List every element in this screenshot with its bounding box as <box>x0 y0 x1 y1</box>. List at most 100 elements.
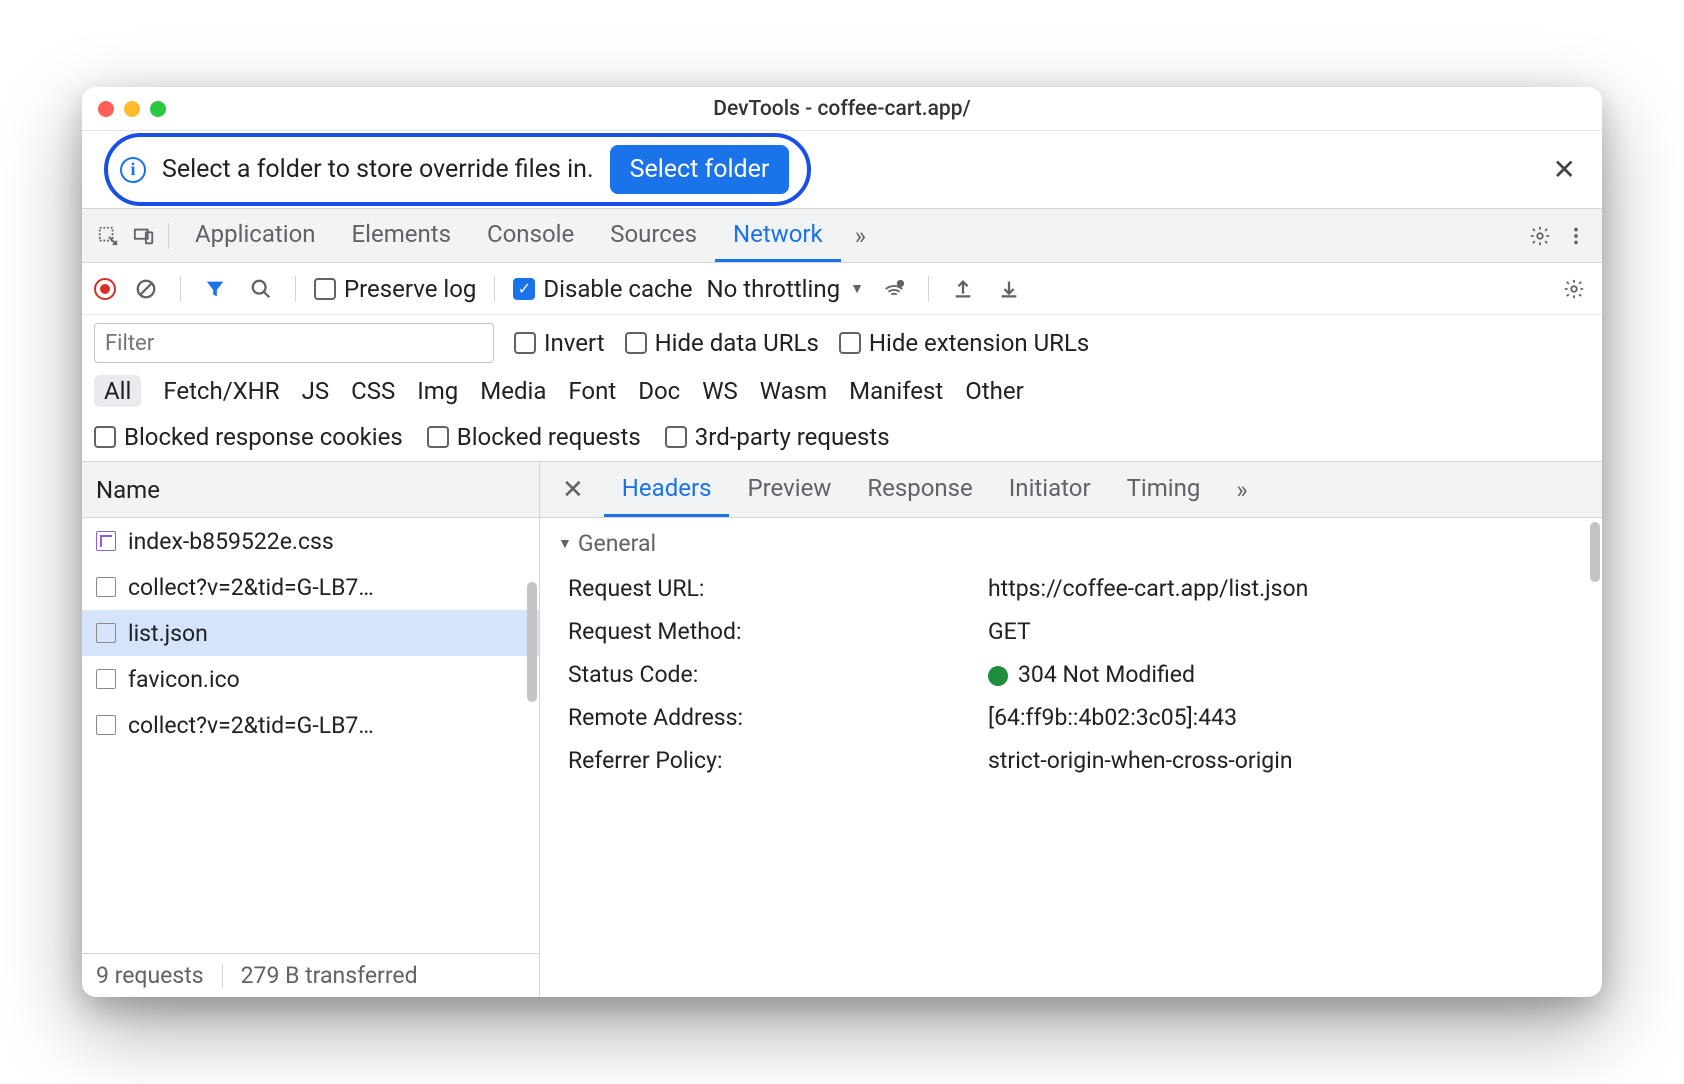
general-kv-row: Remote Address:[64:ff9b::4b02:3c05]:443 <box>558 696 1584 739</box>
doc-file-icon <box>96 715 116 735</box>
scrollbar[interactable] <box>1590 522 1600 582</box>
detail-tab-timing[interactable]: Timing <box>1109 462 1219 517</box>
restype-js[interactable]: JS <box>302 377 330 405</box>
restype-manifest[interactable]: Manifest <box>849 377 943 405</box>
request-list-pane: Name index-b859522e.csscollect?v=2&tid=G… <box>82 462 540 997</box>
preserve-log-checkbox[interactable]: Preserve log <box>314 275 476 303</box>
detail-tabs: ✕ HeadersPreviewResponseInitiatorTiming … <box>540 462 1602 518</box>
request-name: list.json <box>128 620 208 647</box>
general-toggle[interactable]: ▼ General <box>558 530 1584 557</box>
hide-extension-urls-checkbox[interactable]: Hide extension URLs <box>839 329 1089 357</box>
general-kv-row: Request URL:https://coffee-cart.app/list… <box>558 567 1584 610</box>
request-list: index-b859522e.csscollect?v=2&tid=G-LB7…… <box>82 518 539 953</box>
name-column-header[interactable]: Name <box>82 462 539 518</box>
request-row[interactable]: list.json <box>82 610 539 656</box>
request-row[interactable]: index-b859522e.css <box>82 518 539 564</box>
export-har-icon[interactable] <box>947 273 979 305</box>
close-window-button[interactable] <box>98 101 114 117</box>
tab-sources[interactable]: Sources <box>592 209 715 262</box>
hide-data-urls-checkbox[interactable]: Hide data URLs <box>625 329 819 357</box>
request-name: favicon.ico <box>128 666 240 693</box>
restype-other[interactable]: Other <box>965 377 1023 405</box>
blocked-requests-checkbox[interactable]: Blocked requests <box>427 423 641 451</box>
kv-value: strict-origin-when-cross-origin <box>988 747 1293 774</box>
more-detail-tabs[interactable]: » <box>1226 476 1257 504</box>
kv-key: Request Method: <box>568 618 988 645</box>
network-conditions-icon[interactable] <box>878 273 910 305</box>
invert-checkbox[interactable]: Invert <box>514 329 605 357</box>
more-filters-row: Blocked response cookies Blocked request… <box>82 417 1602 462</box>
kv-key: Remote Address: <box>568 704 988 731</box>
tab-network[interactable]: Network <box>715 209 841 262</box>
infobar-highlighted: i Select a folder to store override file… <box>104 133 811 206</box>
restype-media[interactable]: Media <box>480 377 546 405</box>
maximize-window-button[interactable] <box>150 101 166 117</box>
close-infobar-button[interactable]: ✕ <box>1553 153 1576 186</box>
preserve-log-label: Preserve log <box>344 275 476 303</box>
clear-button[interactable] <box>130 273 162 305</box>
disable-cache-checkbox[interactable]: ✓Disable cache <box>513 275 692 303</box>
restype-wasm[interactable]: Wasm <box>760 377 827 405</box>
split-view: Name index-b859522e.csscollect?v=2&tid=G… <box>82 462 1602 997</box>
general-section: ▼ General Request URL:https://coffee-car… <box>540 518 1602 800</box>
device-toolbar-icon[interactable] <box>128 220 160 252</box>
override-infobar: i Select a folder to store override file… <box>82 131 1602 209</box>
detail-tab-response[interactable]: Response <box>849 462 990 517</box>
detail-tab-headers[interactable]: Headers <box>604 462 730 517</box>
inspect-element-icon[interactable] <box>92 220 124 252</box>
restype-doc[interactable]: Doc <box>638 377 680 405</box>
window-controls <box>98 101 166 117</box>
blocked-req-label: Blocked requests <box>457 423 641 451</box>
search-icon[interactable] <box>245 273 277 305</box>
scrollbar[interactable] <box>527 582 537 702</box>
request-row[interactable]: collect?v=2&tid=G-LB7… <box>82 564 539 610</box>
blocked-cookies-checkbox[interactable]: Blocked response cookies <box>94 423 403 451</box>
hide-data-label: Hide data URLs <box>655 329 819 357</box>
detail-tab-preview[interactable]: Preview <box>729 462 849 517</box>
restype-font[interactable]: Font <box>568 377 616 405</box>
general-label: General <box>578 530 656 557</box>
kv-value: [64:ff9b::4b02:3c05]:443 <box>988 704 1237 731</box>
third-party-checkbox[interactable]: 3rd-party requests <box>665 423 890 451</box>
blocked-cookies-label: Blocked response cookies <box>124 423 403 451</box>
more-tabs-button[interactable]: » <box>845 222 876 250</box>
general-kv-row: Request Method:GET <box>558 610 1584 653</box>
third-party-label: 3rd-party requests <box>695 423 890 451</box>
tab-elements[interactable]: Elements <box>334 209 469 262</box>
request-row[interactable]: collect?v=2&tid=G-LB7… <box>82 702 539 748</box>
throttling-dropdown[interactable]: No throttling ▼ <box>707 275 864 303</box>
resource-type-row: All Fetch/XHR JS CSS Img Media Font Doc WS Wasm Ma… <box>82 371 1602 417</box>
tab-console[interactable]: Console <box>469 209 592 262</box>
minimize-window-button[interactable] <box>124 101 140 117</box>
import-har-icon[interactable] <box>993 273 1025 305</box>
status-dot-icon <box>988 666 1008 686</box>
close-detail-button[interactable]: ✕ <box>550 475 596 505</box>
doc-file-icon <box>96 623 116 643</box>
divider <box>222 964 223 988</box>
general-kv-row: Status Code:304 Not Modified <box>558 653 1584 696</box>
record-button[interactable] <box>94 278 116 300</box>
tab-application[interactable]: Application <box>177 209 334 262</box>
filter-input[interactable] <box>94 323 494 363</box>
restype-ws[interactable]: WS <box>702 377 738 405</box>
request-count: 9 requests <box>96 962 204 989</box>
restype-all[interactable]: All <box>94 375 141 407</box>
divider <box>295 276 296 302</box>
settings-icon[interactable] <box>1524 220 1556 252</box>
restype-css[interactable]: CSS <box>351 377 395 405</box>
kv-key: Status Code: <box>568 661 988 688</box>
hide-ext-label: Hide extension URLs <box>869 329 1089 357</box>
request-row[interactable]: favicon.ico <box>82 656 539 702</box>
kebab-menu-icon[interactable] <box>1560 220 1592 252</box>
select-folder-button[interactable]: Select folder <box>610 145 790 194</box>
infobar-text: Select a folder to store override files … <box>162 155 594 184</box>
restype-img[interactable]: Img <box>417 377 458 405</box>
kv-key: Request URL: <box>568 575 988 602</box>
network-settings-icon[interactable] <box>1558 273 1590 305</box>
invert-label: Invert <box>544 329 605 357</box>
restype-fetch-xhr[interactable]: Fetch/XHR <box>163 377 279 405</box>
css-file-icon <box>96 531 116 551</box>
main-tabs: ApplicationElementsConsoleSourcesNetwork… <box>82 209 1602 263</box>
filter-toggle-icon[interactable] <box>199 273 231 305</box>
detail-tab-initiator[interactable]: Initiator <box>991 462 1109 517</box>
